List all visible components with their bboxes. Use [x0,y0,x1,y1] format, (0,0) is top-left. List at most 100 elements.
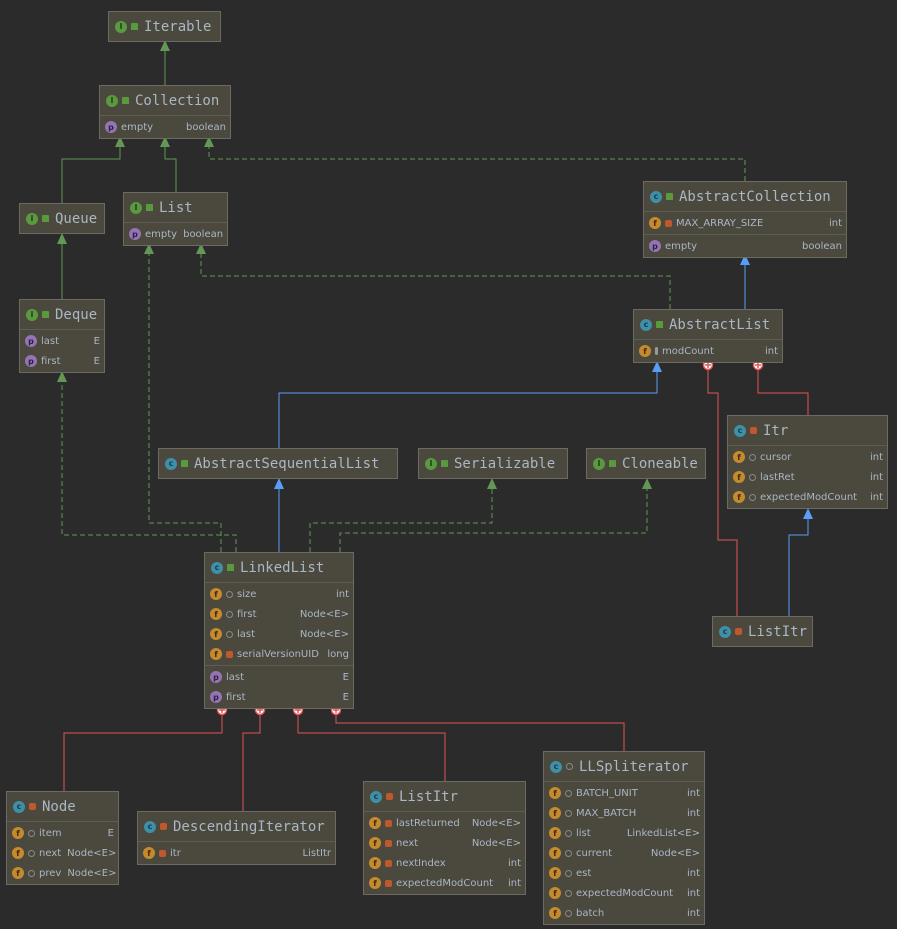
class-header: c Itr [728,416,887,446]
member-type: E [107,827,114,839]
package-visibility-icon [226,610,233,618]
private-visibility-icon [226,650,233,658]
class-name: Cloneable [622,455,698,472]
edge-list-extends-collection [160,136,177,192]
member-type: Node<E> [471,837,521,849]
class-box-iterable[interactable]: I Iterable [108,11,221,42]
package-visibility-icon [565,809,572,817]
member-section: p empty boolean [644,235,846,257]
class-box-collection[interactable]: I Collection p empty boolean [99,85,231,139]
private-visibility-icon [385,879,392,887]
member-type: long [327,648,349,660]
class-box-abstract-list[interactable]: c AbstractList f modCount int [633,309,783,363]
private-visibility-icon [665,219,672,227]
edge-abstractlist-extends-abstractcollection [740,254,750,309]
edge-line [278,361,658,448]
field-row: f next Node<E> [364,833,525,853]
private-visibility-icon [386,793,393,800]
class-name: Itr [763,422,789,439]
package-visibility-icon [226,590,233,598]
package-visibility-icon [565,829,572,837]
member-type: int [869,471,883,483]
member-type: int [686,787,700,799]
member-type: LinkedList<E> [626,827,700,839]
class-box-serializable[interactable]: I Serializable [418,448,568,479]
class-header: c AbstractList [634,310,782,340]
member-name: prev [39,867,62,879]
class-box-descending-iterator[interactable]: c DescendingIterator f itr ListItr [137,811,336,865]
member-section: p last Ep first E [205,666,353,708]
property-icon: p [210,671,222,683]
class-name: Queue [55,210,98,227]
class-box-list-itr-abstract[interactable]: c ListItr [712,616,813,647]
edge-linkedlist-inner-descendingiterator [242,704,266,811]
field-row: f size int [205,584,353,604]
class-box-abstract-collection[interactable]: c AbstractCollection f MAX_ARRAY_SIZE int p em… [643,181,847,258]
field-icon: f [210,608,222,620]
class-box-linked-list[interactable]: c LinkedList f size int f first Node<E> f last Nod… [204,552,354,709]
package-visibility-icon [565,889,572,897]
edge-line [200,243,671,309]
member-name: first [41,355,61,367]
field-row: f cursor int [728,447,887,467]
class-box-deque[interactable]: I Deque p last Ep first E [19,299,105,373]
class-box-abstract-sequential-list[interactable]: c AbstractSequentialList [158,448,398,479]
package-visibility-icon [28,869,35,877]
member-type: Node<E> [650,847,700,859]
member-section: p empty boolean [124,223,227,245]
member-name: serialVersionUID [237,648,319,660]
field-icon: f [639,345,651,357]
private-visibility-icon [385,859,392,867]
class-name: Serializable [454,455,556,472]
edge-linkedlist-inner-llspliterator [330,704,625,751]
class-name: AbstractCollection [679,188,831,205]
member-type: boolean [802,240,842,252]
class-box-cloneable[interactable]: I Cloneable [586,448,706,479]
class-name: ListItr [748,623,808,640]
field-row: f prev Node<E> [7,863,118,883]
member-section: f MAX_ARRAY_SIZE int [644,212,846,235]
interface-icon: I [593,457,605,470]
class-name: LLSpliterator [579,758,689,775]
field-icon: f [549,907,561,919]
package-visibility-icon [565,869,572,877]
class-box-itr[interactable]: c Itr f cursor int f lastRet int f expectedModCou… [727,415,888,509]
member-section: f lastReturned Node<E> f next Node<E> f nextInd… [364,812,525,894]
private-visibility-icon [29,803,36,810]
inheritance-arrowhead-icon [487,478,497,489]
edge-linkedlist-implements-cloneable [339,478,652,552]
public-visibility-icon [131,23,138,30]
field-icon: f [369,837,381,849]
class-box-queue[interactable]: I Queue [19,203,105,234]
member-name: next [396,837,419,849]
class-box-ll-spliterator[interactable]: c LLSpliterator f BATCH_UNIT int f MAX_BATCH in… [543,751,705,925]
member-section: f modCount int [634,340,782,362]
property-icon: p [25,355,37,367]
member-type: int [335,588,349,600]
package-visibility-icon [749,453,756,461]
class-box-list-itr[interactable]: c ListItr f lastReturned Node<E> f next Node<E>… [363,781,526,895]
public-visibility-icon [42,215,49,222]
field-icon: f [549,827,561,839]
edge-line [242,710,261,811]
interface-icon: I [130,201,142,214]
member-name: empty [145,228,178,240]
field-row: f list LinkedList<E> [544,823,704,843]
interface-icon: I [425,457,437,470]
edge-line [297,710,446,781]
member-name: last [237,628,256,640]
class-box-list[interactable]: I List p empty boolean [123,192,228,246]
edge-line [335,710,625,751]
private-visibility-icon [160,823,167,830]
edge-abstractsequentiallist-extends-abstractlist [278,361,662,448]
edge-line [61,136,121,203]
member-type: E [342,691,349,703]
field-icon: f [549,787,561,799]
package-visibility-icon [566,763,573,770]
class-icon: c [550,760,562,773]
member-name: MAX_BATCH [576,807,637,819]
package-visibility-icon [749,473,756,481]
member-type: boolean [183,228,224,240]
edge-line [148,243,222,552]
class-box-node[interactable]: c Node f item Ef next Node<E> f prev Node<E> [6,791,119,885]
